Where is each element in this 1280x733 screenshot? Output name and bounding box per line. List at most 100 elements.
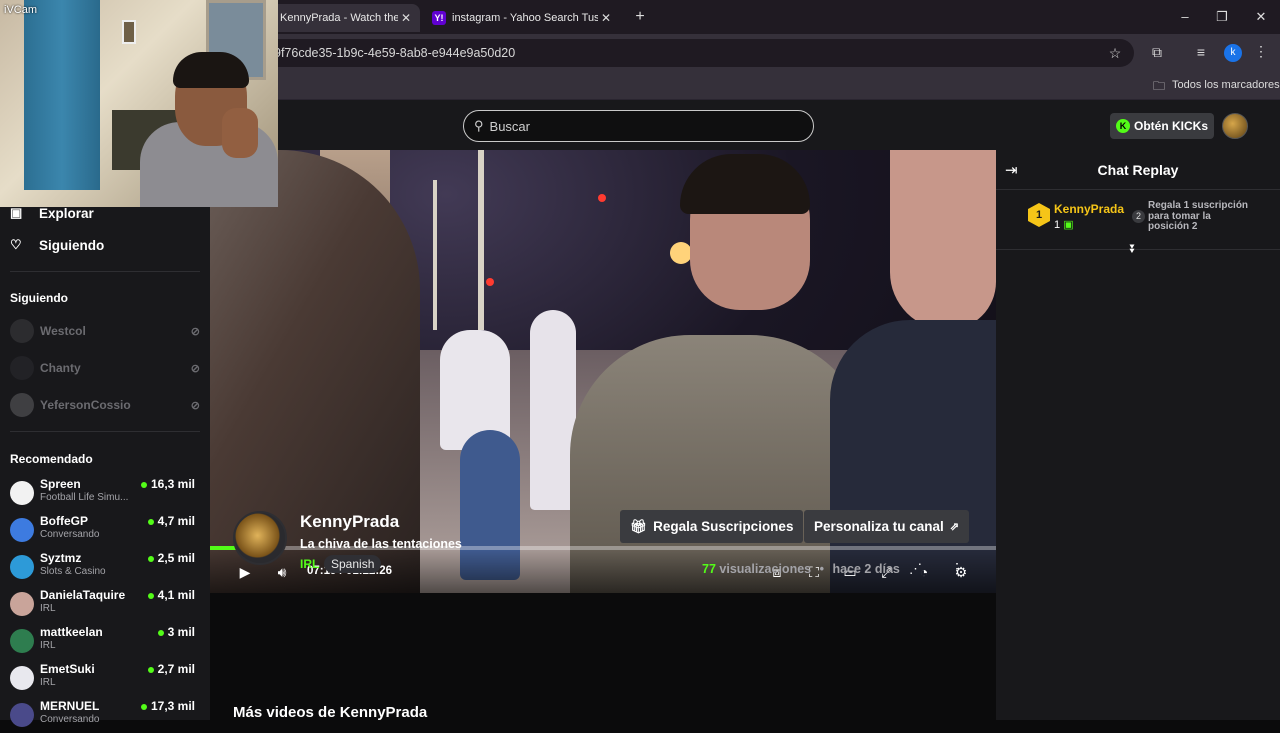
viewer-count-value: 3 mil [167,625,195,639]
avatar [10,629,34,653]
following-item-chanty[interactable]: Chanty ⊘ [10,355,200,381]
viewer-count-value: 4,1 mil [157,588,195,602]
video-scene-light [670,242,692,264]
gift-subscriptions-button[interactable]: 🎁︎ Regala Suscripciones [620,510,804,543]
avatar [10,592,34,616]
search-icon: ⚲ [474,118,484,133]
webcam-person-hand [222,108,258,158]
recommended-section-title: Recomendado [10,452,93,466]
offline-icon: ⊘ [190,362,200,375]
vod-age: hace 2 días [832,562,900,576]
webcam-watermark: iVCam [4,4,38,16]
customize-channel-button[interactable]: Personaliza tu canal ⇗ [804,510,970,543]
recommended-item-boffegp[interactable]: BoffeGP Conversando 4,7 mil [10,514,200,548]
media-controls-icon[interactable]: ≡ [1192,44,1210,60]
viewer-count-value: 17,3 mil [150,699,195,713]
address-bar[interactable]: 9f76cde35-1b9c-4e59-8ab8-e944e9a50d20 [200,39,1134,67]
extensions-icon[interactable]: ⧉ [1148,44,1166,61]
language-tag[interactable]: Spanish [324,555,382,573]
video-scene-light [598,194,606,202]
following-item-yefersoncossio[interactable]: YefersonCossio ⊘ [10,392,200,418]
recommended-item-syztmz[interactable]: Syztmz Slots & Casino 2,5 mil [10,551,200,585]
channel-name: Syztmz [40,551,82,565]
volume-icon[interactable]: 🔊︎ [272,562,292,582]
channel-name[interactable]: KennyPrada [300,512,399,532]
webcam-overlay: iVCam [0,0,278,207]
top-gifter-name[interactable]: KennyPrada [1054,202,1124,216]
browser-menu-icon[interactable]: ⋮ [1252,43,1270,60]
viewer-count: 4,1 mil [147,588,195,602]
live-dot-icon [140,703,147,710]
more-options-icon[interactable]: ⋮ [950,560,964,577]
channel-name: EmetSuki [40,662,95,676]
video-scene-hair [680,154,810,214]
tab-close-icon[interactable]: ✕ [598,11,614,25]
rank-1-badge: 1 [1028,203,1050,227]
stream-title: La chiva de las tentaciones [300,537,462,551]
recommended-item-emetsuki[interactable]: EmetSuki IRL 2,7 mil [10,662,200,696]
avatar [10,393,34,417]
avatar [10,555,34,579]
following-item-westcol[interactable]: Westcol ⊘ [10,318,200,344]
avatar [10,518,34,542]
gift-icon: ▣ [1063,219,1074,231]
video-scene-pole [478,150,484,330]
viewer-count: 2,5 mil [147,551,195,565]
recommended-item-danielataquire[interactable]: DanielaTaquire IRL 4,1 mil [10,588,200,622]
avatar [10,666,34,690]
offline-icon: ⊘ [190,325,200,338]
channel-category: Slots & Casino [40,566,106,577]
get-kicks-label: Obtén KICKs [1134,119,1209,133]
channel-name: Spreen [40,477,81,491]
viewer-count: 16,3 mil [140,477,195,491]
tab-yahoo-search[interactable]: Y! instagram - Yahoo Search Tus re ✕ [424,4,620,32]
search-placeholder: Buscar [489,118,530,134]
tab-close-icon[interactable]: ✕ [398,11,414,25]
channel-category: Conversando [40,529,100,540]
separator-dot: • [819,562,824,576]
recommended-item-spreen[interactable]: Spreen Football Life Simu... 16,3 mil [10,477,200,511]
expand-gifters-icon[interactable]: ⏬︎ [1130,242,1136,257]
chat-title: Chat Replay [1097,162,1179,178]
gift-subscriptions-label: Regala Suscripciones [653,519,794,534]
recommended-item-mattkeelan[interactable]: mattkeelan IRL 3 mil [10,625,200,659]
kick-coin-icon: K [1116,119,1130,133]
channel-name: Westcol [40,324,86,338]
user-avatar[interactable] [1222,113,1248,139]
new-tab-button[interactable]: + [622,6,658,28]
video-scene-light [486,278,494,286]
channel-avatar[interactable] [233,511,287,565]
avatar [10,319,34,343]
views-info: 77 visualizaciones • hace 2 días [702,562,900,576]
viewer-count: 3 mil [157,625,195,639]
play-icon[interactable]: ▶ [235,562,255,582]
viewer-count: 4,7 mil [147,514,195,528]
viewer-count-value: 4,7 mil [157,514,195,528]
restore-window-icon[interactable]: ❐ [1204,6,1240,28]
channel-category: IRL [40,640,56,651]
category-link[interactable]: IRL [300,557,319,571]
yahoo-favicon-icon: Y! [432,11,446,25]
channel-name: Chanty [40,361,81,375]
channel-name: MERNUEL [40,699,100,713]
live-dot-icon [157,629,164,636]
get-kicks-button[interactable]: K Obtén KICKs [1110,113,1214,139]
channel-name: YefersonCossio [40,398,131,412]
views-label: visualizaciones [719,562,812,576]
profile-avatar[interactable]: k [1224,44,1242,62]
gift-cta-text: Regala 1 suscripción para tomar la posic… [1148,200,1249,232]
gift-count-value: 1 [1054,219,1061,231]
all-bookmarks-link[interactable]: Todos los marcadores [1172,79,1280,91]
tab-title: instagram - Yahoo Search Tus re [452,12,598,24]
nav-explore[interactable]: ▣ Explorar [10,205,94,221]
share-icon[interactable]: ⋰ [909,561,922,577]
webcam-person-hair [173,52,249,88]
close-window-icon[interactable]: ✕ [1243,6,1279,28]
nav-following[interactable]: ♡ Siguiendo [10,237,104,253]
search-input[interactable]: ⚲ Buscar [463,110,814,142]
minimize-window-icon[interactable]: – [1167,6,1203,28]
webcam-scene-frame [122,20,136,44]
views-count: 77 [702,562,716,576]
bookmark-star-icon[interactable]: ☆ [1106,45,1124,62]
recommended-item-mernuel[interactable]: MERNUEL Conversando 17,3 mil [10,699,200,733]
